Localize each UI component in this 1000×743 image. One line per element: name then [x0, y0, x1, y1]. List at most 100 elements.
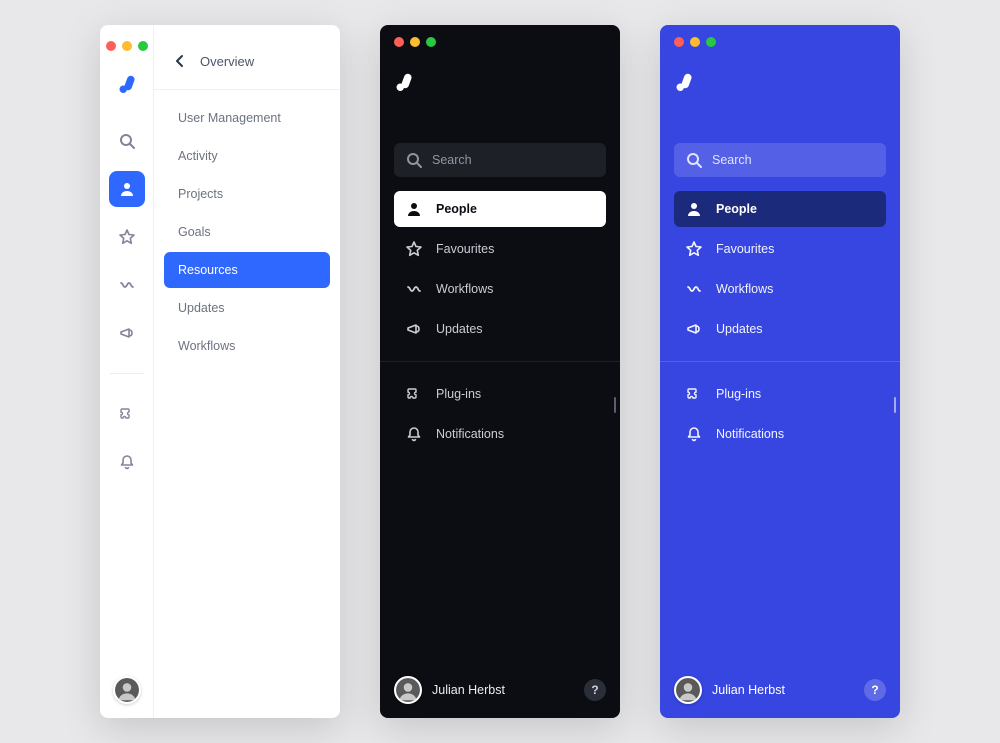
icon-rail — [100, 25, 154, 718]
nav-updates[interactable]: Updates — [674, 311, 886, 347]
sidebar-blue: Search People Favourites Workflows Updat… — [660, 25, 900, 718]
star-icon — [119, 229, 135, 245]
resize-handle[interactable] — [894, 397, 896, 413]
minimize-icon[interactable] — [410, 37, 420, 47]
sidebar-footer: Julian Herbst ? — [380, 662, 620, 718]
puzzle-icon — [406, 386, 422, 402]
minimize-icon[interactable] — [122, 41, 132, 51]
submenu-header[interactable]: Overview — [154, 25, 340, 90]
person-icon — [686, 201, 702, 217]
rail-plugins[interactable] — [109, 396, 145, 432]
search-icon — [119, 133, 135, 149]
rail-separator — [110, 373, 144, 374]
submenu-goals[interactable]: Goals — [164, 214, 330, 250]
workflow-icon — [119, 277, 135, 293]
nav-notifications[interactable]: Notifications — [674, 416, 886, 452]
megaphone-icon — [406, 321, 422, 337]
nav-label: Favourites — [716, 242, 774, 256]
maximize-icon[interactable] — [426, 37, 436, 47]
window-controls[interactable] — [106, 37, 148, 67]
nav-plugins[interactable]: Plug-ins — [674, 376, 886, 412]
bell-icon — [119, 454, 135, 470]
nav-label: Notifications — [436, 427, 504, 441]
nav-label: Workflows — [716, 282, 773, 296]
nav-people[interactable]: People — [674, 191, 886, 227]
nav-label: Updates — [436, 322, 483, 336]
bell-icon — [686, 426, 702, 442]
nav-favourites[interactable]: Favourites — [394, 231, 606, 267]
nav-notifications[interactable]: Notifications — [394, 416, 606, 452]
resize-handle[interactable] — [614, 397, 616, 413]
nav-favourites[interactable]: Favourites — [674, 231, 886, 267]
nav-plugins[interactable]: Plug-ins — [394, 376, 606, 412]
search-icon — [406, 152, 422, 168]
nav-workflows[interactable]: Workflows — [394, 271, 606, 307]
rail-updates[interactable] — [109, 315, 145, 351]
user-name: Julian Herbst — [432, 683, 505, 697]
rail-search[interactable] — [109, 123, 145, 159]
star-icon — [406, 241, 422, 257]
nav-label: Notifications — [716, 427, 784, 441]
rail-people[interactable] — [109, 171, 145, 207]
window-controls[interactable] — [674, 37, 886, 65]
nav-people[interactable]: People — [394, 191, 606, 227]
back-arrow-icon — [172, 53, 188, 69]
puzzle-icon — [686, 386, 702, 402]
window-controls[interactable] — [394, 37, 606, 65]
maximize-icon[interactable] — [138, 41, 148, 51]
nav-label: Favourites — [436, 242, 494, 256]
nav-divider — [380, 361, 620, 362]
star-icon — [686, 241, 702, 257]
maximize-icon[interactable] — [706, 37, 716, 47]
megaphone-icon — [686, 321, 702, 337]
nav-label: Plug-ins — [716, 387, 761, 401]
nav-workflows[interactable]: Workflows — [674, 271, 886, 307]
user-avatar[interactable] — [674, 676, 702, 704]
sidebar-light: Overview User Management Activity Projec… — [100, 25, 340, 718]
submenu-title: Overview — [200, 54, 254, 69]
nav-label: Plug-ins — [436, 387, 481, 401]
rail-favourites[interactable] — [109, 219, 145, 255]
workflow-icon — [406, 281, 422, 297]
nav-updates[interactable]: Updates — [394, 311, 606, 347]
submenu-workflows[interactable]: Workflows — [164, 328, 330, 364]
search-icon — [686, 152, 702, 168]
nav-label: People — [436, 202, 477, 216]
submenu-updates[interactable]: Updates — [164, 290, 330, 326]
search-input[interactable]: Search — [394, 143, 606, 177]
search-placeholder: Search — [712, 153, 752, 167]
person-icon — [406, 201, 422, 217]
close-icon[interactable] — [106, 41, 116, 51]
rail-workflows[interactable] — [109, 267, 145, 303]
nav-label: Workflows — [436, 282, 493, 296]
sidebar-footer: Julian Herbst ? — [660, 662, 900, 718]
help-button[interactable]: ? — [584, 679, 606, 701]
submenu-resources[interactable]: Resources — [164, 252, 330, 288]
app-logo-icon — [394, 71, 414, 91]
user-avatar[interactable] — [394, 676, 422, 704]
app-logo-icon — [117, 73, 137, 93]
megaphone-icon — [119, 325, 135, 341]
submenu-projects[interactable]: Projects — [164, 176, 330, 212]
nav-divider — [660, 361, 900, 362]
close-icon[interactable] — [394, 37, 404, 47]
close-icon[interactable] — [674, 37, 684, 47]
app-logo-icon — [674, 71, 694, 91]
minimize-icon[interactable] — [690, 37, 700, 47]
user-avatar[interactable] — [113, 676, 141, 704]
help-button[interactable]: ? — [864, 679, 886, 701]
puzzle-icon — [119, 406, 135, 422]
search-placeholder: Search — [432, 153, 472, 167]
submenu-activity[interactable]: Activity — [164, 138, 330, 174]
sidebar-dark: Search People Favourites Workflows Updat… — [380, 25, 620, 718]
bell-icon — [406, 426, 422, 442]
submenu-user-management[interactable]: User Management — [164, 100, 330, 136]
submenu-panel: Overview User Management Activity Projec… — [154, 25, 340, 718]
search-input[interactable]: Search — [674, 143, 886, 177]
rail-notifications[interactable] — [109, 444, 145, 480]
person-icon — [119, 181, 135, 197]
workflow-icon — [686, 281, 702, 297]
nav-label: People — [716, 202, 757, 216]
nav-label: Updates — [716, 322, 763, 336]
user-name: Julian Herbst — [712, 683, 785, 697]
